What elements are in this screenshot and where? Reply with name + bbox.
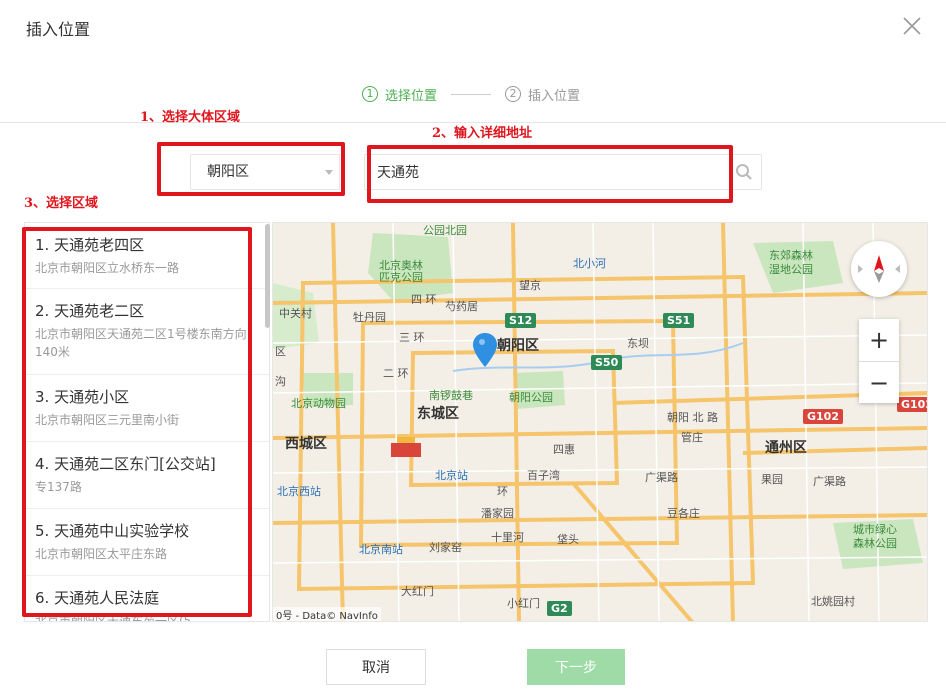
map-label: 垡头 bbox=[557, 533, 579, 546]
map-label: 芍药居 bbox=[445, 300, 478, 313]
map-label: 广渠路 bbox=[645, 471, 678, 484]
road-shield: S12 bbox=[505, 313, 537, 328]
annotation-select-area: 1、选择大体区域 bbox=[140, 110, 241, 125]
map-attribution: 0号 - Data© NavInfo bbox=[273, 607, 381, 621]
road-shield: S51 bbox=[663, 313, 695, 328]
location-pin-icon[interactable] bbox=[473, 333, 497, 367]
map-label: 湿地公园 bbox=[769, 263, 813, 276]
map-label: 四惠 bbox=[553, 443, 575, 456]
map-label: 二 环 bbox=[383, 367, 409, 380]
step-number: 2 bbox=[505, 86, 522, 102]
map-label: 百子湾 bbox=[527, 469, 560, 482]
map-label: 北姚园村 bbox=[811, 595, 855, 608]
map-label: 公园北园 bbox=[423, 224, 467, 237]
map-label: 北京站 bbox=[435, 469, 468, 482]
map-label: 南锣鼓巷 bbox=[429, 389, 473, 402]
map-label: 中关村 bbox=[279, 307, 312, 320]
map-label: 豆各庄 bbox=[667, 507, 700, 520]
step-label: 插入位置 bbox=[528, 88, 581, 104]
map-label: 十里河 bbox=[491, 531, 524, 544]
step-select-location: 1 选择位置 bbox=[362, 85, 437, 104]
zoom-out-button[interactable]: − bbox=[859, 361, 899, 403]
map-label: 大红门 bbox=[401, 585, 434, 598]
search-icon bbox=[735, 164, 752, 180]
map-label: 北小河 bbox=[573, 257, 606, 270]
map-label: 朝阳区 bbox=[497, 338, 539, 354]
map-label: 沟 bbox=[275, 375, 286, 388]
close-icon[interactable] bbox=[902, 16, 922, 36]
map-label: 北京南站 bbox=[359, 543, 403, 556]
map-label: 区 bbox=[275, 345, 286, 358]
highlight-box-results bbox=[22, 227, 252, 617]
map-label: 西城区 bbox=[285, 436, 327, 452]
road-shield: S50 bbox=[591, 355, 623, 370]
map-label: 朝阳公园 bbox=[509, 391, 553, 404]
scrollbar-thumb[interactable] bbox=[265, 224, 270, 328]
cancel-button[interactable]: 取消 bbox=[326, 649, 426, 685]
map-label: 小红门 bbox=[507, 597, 540, 610]
map-label: 潘家园 bbox=[481, 507, 514, 520]
annotation-enter-address: 2、输入详细地址 bbox=[432, 126, 533, 141]
map-label: 北京动物园 bbox=[291, 397, 346, 410]
highlight-box-area bbox=[157, 142, 345, 196]
zoom-in-button[interactable]: + bbox=[859, 319, 899, 361]
road-shield: G102 bbox=[897, 397, 927, 412]
map-label: 东城区 bbox=[417, 406, 459, 422]
map-label: 通州区 bbox=[765, 440, 807, 456]
map-label: 管庄 bbox=[681, 431, 703, 444]
next-step-button[interactable]: 下一步 bbox=[527, 649, 625, 685]
map-label: 广渠路 bbox=[813, 475, 846, 488]
map-label: 匹克公园 bbox=[379, 271, 423, 284]
road-shield: G2 bbox=[547, 601, 572, 616]
zoom-control: + − bbox=[859, 319, 899, 403]
map-label: 北京西站 bbox=[277, 485, 321, 498]
map-label: 朝阳 北 路 bbox=[667, 411, 718, 424]
map-label: 三 环 bbox=[399, 331, 425, 344]
step-connector bbox=[451, 93, 492, 95]
step-indicator: 1 选择位置 2 插入位置 bbox=[362, 84, 580, 104]
map-label: 四 环 bbox=[411, 293, 437, 306]
dialog-title: 插入位置 bbox=[26, 20, 91, 39]
map-label: 东坝 bbox=[627, 337, 649, 350]
map-label: 牡丹园 bbox=[353, 311, 386, 324]
map-label: 望京 bbox=[519, 279, 541, 292]
map-label: 环 bbox=[497, 485, 508, 498]
annotation-select-region: 3、选择区域 bbox=[24, 196, 99, 211]
road-shield: G102 bbox=[803, 409, 843, 424]
map-view[interactable]: 公园北园 北京奥林 匹克公园 望京 北小河 东郊森林 湿地公园 四 环 芍药居 … bbox=[272, 222, 928, 622]
step-insert-location: 2 插入位置 bbox=[505, 85, 580, 104]
step-number: 1 bbox=[362, 86, 378, 102]
map-label: 果园 bbox=[761, 473, 783, 486]
compass-icon[interactable] bbox=[851, 241, 907, 297]
map-label: 森林公园 bbox=[853, 537, 897, 550]
highlight-box-address bbox=[367, 145, 733, 203]
step-label: 选择位置 bbox=[385, 88, 438, 104]
map-label: 刘家窑 bbox=[429, 541, 462, 554]
